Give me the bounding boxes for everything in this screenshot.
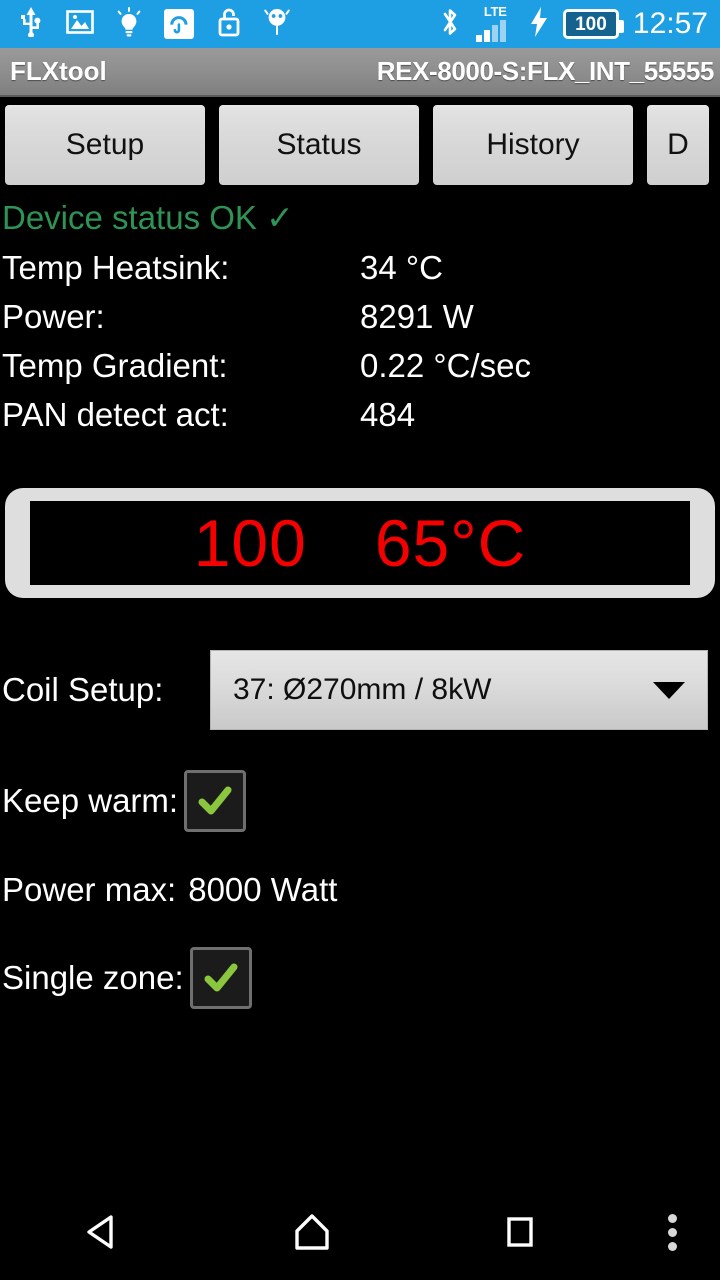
single-zone-checkbox[interactable] — [189, 947, 252, 1009]
power-max-row: Power max: 8000 Watt — [0, 866, 720, 914]
overflow-menu-icon — [667, 1209, 677, 1256]
reading-label: PAN detect act: — [2, 396, 229, 433]
tab-diagnostics-label: D — [667, 128, 689, 161]
reading-value: 34 °C — [360, 249, 443, 286]
lte-signal-icon: LTE — [475, 4, 515, 42]
chevron-down-icon — [653, 681, 685, 699]
usb-icon — [18, 6, 44, 42]
coil-setup-selected-value: 37: Ø270mm / 8kW — [233, 673, 492, 706]
coil-setup-row: Coil Setup: 37: Ø270mm / 8kW — [0, 650, 720, 730]
nav-back-button[interactable] — [0, 1209, 208, 1255]
tab-history-label: History — [486, 128, 580, 161]
avira-icon — [164, 9, 194, 39]
status-bar-notification-icons — [0, 6, 439, 42]
tab-status[interactable]: Status — [219, 105, 419, 185]
unlocked-padlock-icon — [216, 7, 242, 42]
tab-history[interactable]: History — [433, 105, 633, 185]
battery-icon: 100 — [562, 9, 624, 39]
keep-warm-label: Keep warm: — [2, 782, 179, 819]
android-debug-icon — [264, 7, 290, 42]
device-id-label: REX-8000-S:FLX_INT_55555 — [376, 56, 715, 86]
coil-setup-dropdown[interactable]: 37: Ø270mm / 8kW — [210, 650, 708, 730]
recents-icon — [507, 1217, 533, 1247]
app-title-bar: FLXtool REX-8000-S:FLX_INT_55555 — [0, 48, 720, 97]
phone-screen: LTE 100 12:57 FLXtool REX-8000-S:FLX_INT… — [0, 0, 720, 1280]
charging-bolt-icon — [529, 6, 549, 42]
keep-warm-row: Keep warm: — [0, 768, 720, 834]
status-readings: Device status OK ✓ Temp Heatsink: 34 °C … — [0, 198, 720, 439]
battery-level-label: 100 — [575, 13, 607, 35]
nav-overflow-button[interactable] — [624, 1209, 720, 1256]
tab-diagnostics[interactable]: D — [647, 105, 709, 185]
keep-warm-checkbox[interactable] — [184, 770, 247, 832]
reading-label: Temp Heatsink: — [2, 249, 230, 286]
clock-label: 12:57 — [632, 7, 708, 40]
check-icon — [204, 963, 238, 992]
coil-setup-label: Coil Setup: — [2, 671, 164, 708]
home-icon — [295, 1214, 329, 1250]
led-temperature-value: 65°C — [374, 506, 527, 580]
single-zone-row: Single zone: — [0, 945, 720, 1011]
check-icon — [198, 786, 232, 815]
reading-row-pan-detect: PAN detect act: 484 — [0, 390, 720, 439]
status-bar: LTE 100 12:57 — [0, 0, 720, 48]
tab-bar: Setup Status History D — [0, 99, 720, 191]
reading-row-power: Power: 8291 W — [0, 292, 720, 341]
lte-label: LTE — [483, 4, 507, 19]
back-icon — [87, 1215, 113, 1249]
power-max-label: Power max: — [2, 871, 177, 908]
nav-home-button[interactable] — [208, 1209, 416, 1255]
image-icon — [66, 8, 94, 41]
tab-setup[interactable]: Setup — [5, 105, 205, 185]
single-zone-label: Single zone: — [2, 959, 184, 996]
device-status-label: Device status OK ✓ — [2, 199, 294, 236]
reading-value: 484 — [360, 396, 416, 433]
status-bar-system-icons: LTE 100 12:57 — [439, 4, 720, 44]
lightbulb-icon — [116, 6, 142, 42]
power-max-value: 8000 Watt — [188, 871, 338, 908]
reading-row-temp-gradient: Temp Gradient: 0.22 °C/sec — [0, 341, 720, 390]
reading-value: 8291 W — [360, 298, 474, 335]
nav-recents-button[interactable] — [416, 1209, 624, 1255]
tab-setup-label: Setup — [65, 128, 145, 161]
navigation-bar — [0, 1184, 720, 1280]
reading-label: Temp Gradient: — [2, 347, 228, 384]
led-display-screen: 100 65°C — [30, 501, 690, 585]
bluetooth-icon — [439, 5, 461, 44]
reading-row-temp-heatsink: Temp Heatsink: 34 °C — [0, 243, 720, 292]
reading-label: Power: — [2, 298, 105, 335]
led-power-value: 100 — [193, 506, 307, 580]
tab-status-label: Status — [276, 128, 362, 161]
led-display-panel: 100 65°C — [5, 488, 715, 598]
app-title: FLXtool — [10, 56, 107, 86]
reading-value: 0.22 °C/sec — [360, 347, 531, 384]
